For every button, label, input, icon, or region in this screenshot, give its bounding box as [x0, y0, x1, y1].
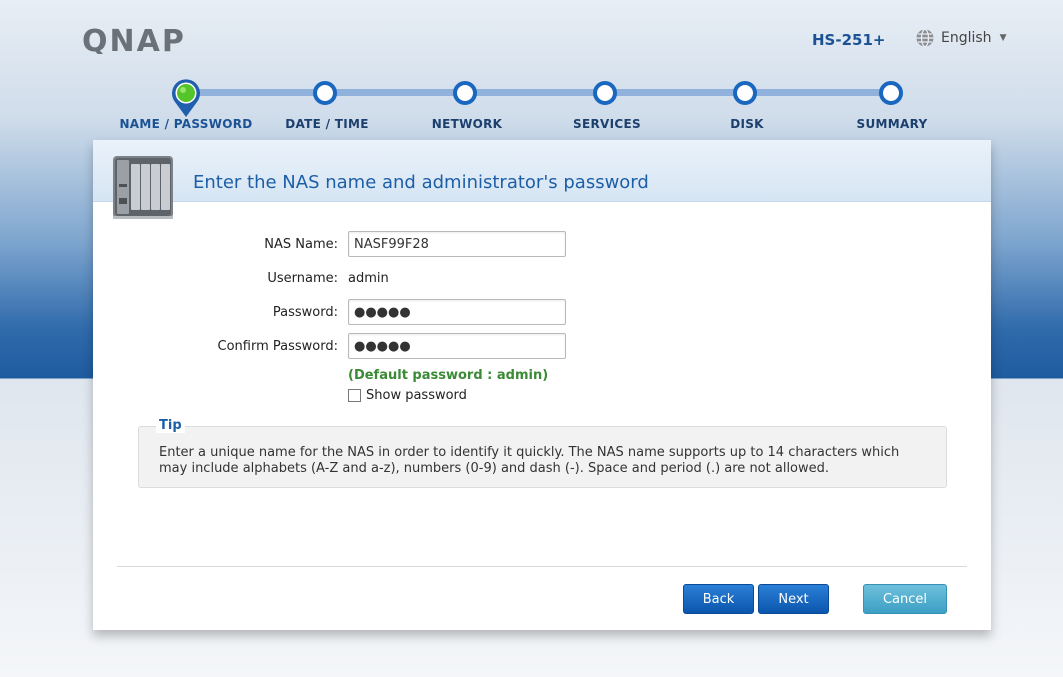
nas-name-label: NAS Name:	[264, 237, 338, 252]
username-value: admin	[348, 271, 389, 286]
globe-icon	[916, 28, 934, 48]
tip-text: Enter a unique name for the NAS in order…	[159, 445, 900, 476]
step-label-date-time: DATE / TIME	[285, 117, 369, 131]
qnap-logo: QNAP	[82, 26, 186, 54]
step-label-network: NETWORK	[431, 117, 503, 131]
step-label-services: SERVICES	[573, 117, 641, 131]
wizard-panel: Enter the NAS name and administrator's p…	[93, 140, 991, 630]
step-dot-disk	[733, 81, 757, 105]
password-input[interactable]	[348, 299, 566, 325]
username-label: Username:	[267, 271, 338, 286]
step-dot-network	[453, 81, 477, 105]
nas-name-input[interactable]	[348, 231, 566, 257]
confirm-password-label: Confirm Password:	[217, 339, 338, 354]
qnap-logo-text: QNAP	[82, 26, 186, 54]
footer-divider	[117, 566, 967, 567]
wizard-progress-track	[186, 89, 892, 96]
step-dot-summary	[879, 81, 903, 105]
password-label: Password:	[272, 305, 338, 320]
nas-device-icon	[113, 156, 173, 219]
show-password-label: Show password	[366, 388, 467, 403]
step-label-summary: SUMMARY	[856, 117, 928, 131]
language-selector[interactable]: English ▼	[915, 28, 1006, 48]
tip-box: Enter a unique name for the NAS in order…	[138, 426, 947, 488]
show-password-toggle[interactable]: Show password	[348, 388, 467, 403]
step-dot-services	[593, 81, 617, 105]
language-label: English	[941, 30, 992, 46]
caret-down-icon: ▼	[999, 33, 1007, 43]
step-label-disk: DISK	[730, 117, 764, 131]
current-step-pin-icon	[172, 79, 200, 117]
confirm-password-input[interactable]	[348, 333, 566, 359]
show-password-checkbox[interactable]	[348, 389, 361, 402]
step-dot-date-time	[313, 81, 337, 105]
step-label-name-password: NAME / PASSWORD	[119, 117, 253, 131]
next-button[interactable]: Next	[758, 584, 829, 614]
back-button[interactable]: Back	[683, 584, 754, 614]
default-password-hint: (Default password : admin)	[348, 368, 549, 383]
panel-title: Enter the NAS name and administrator's p…	[193, 172, 649, 193]
cancel-button[interactable]: Cancel	[863, 584, 947, 614]
tip-title: Tip	[156, 418, 185, 433]
nas-model: HS-251+	[812, 31, 886, 49]
